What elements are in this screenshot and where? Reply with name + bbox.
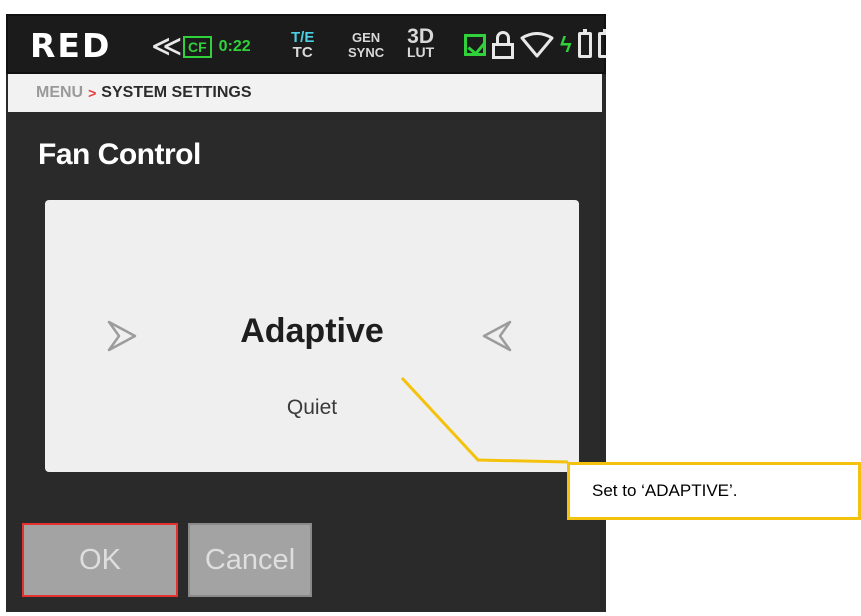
bolt-icon: ϟ [560,32,572,57]
breadcrumb-menu[interactable]: MENU [36,84,83,102]
breadcrumb-current: SYSTEM SETTINGS [101,84,252,101]
breadcrumb: MENU > SYSTEM SETTINGS [8,74,602,112]
gen-label: GEN [351,30,381,45]
breadcrumb-separator-icon: > [88,85,97,101]
checkbox-checked-icon [464,34,486,56]
battery-icon [597,29,606,58]
page-title: Fan Control [38,138,201,171]
camera-screen: RED ≪ CF 0:22 T/E TC GEN SYNC 3D LUT ϟ M… [6,14,606,612]
media-remaining-time: 0:22 [218,38,251,55]
timecode-indicator: T/E TC [291,30,314,60]
arrow-right-icon[interactable] [480,318,514,354]
annotation-callout: Set to ‘ADAPTIVE’. [567,462,861,520]
battery-icon [577,29,592,58]
status-icons: ϟ [464,29,606,59]
lock-open-icon [492,31,514,59]
lut-indicator: 3D LUT [407,25,435,60]
tc-label: TC [292,44,313,61]
next-fan-mode-option[interactable]: Quiet [45,396,579,420]
sync-label: SYNC [348,45,385,60]
status-bar: RED ≪ CF 0:22 T/E TC GEN SYNC 3D LUT ϟ [6,14,606,74]
media-status: CF 0:22 [183,36,251,58]
lut-label: LUT [407,44,435,60]
red-logo: RED [30,26,112,65]
te-label: T/E [291,29,315,46]
cancel-button[interactable]: Cancel [188,523,312,597]
chevron-left-icon[interactable]: ≪ [151,29,182,64]
ok-button[interactable]: OK [22,523,178,597]
annotation-text: Set to ‘ADAPTIVE’. [592,481,738,500]
sync-indicator: GEN SYNC [348,30,384,60]
fan-mode-selector[interactable]: Adaptive Quiet [45,200,579,472]
media-card-badge: CF [183,36,212,58]
wifi-icon [520,32,554,58]
lut-3d-label: 3D [407,25,435,48]
